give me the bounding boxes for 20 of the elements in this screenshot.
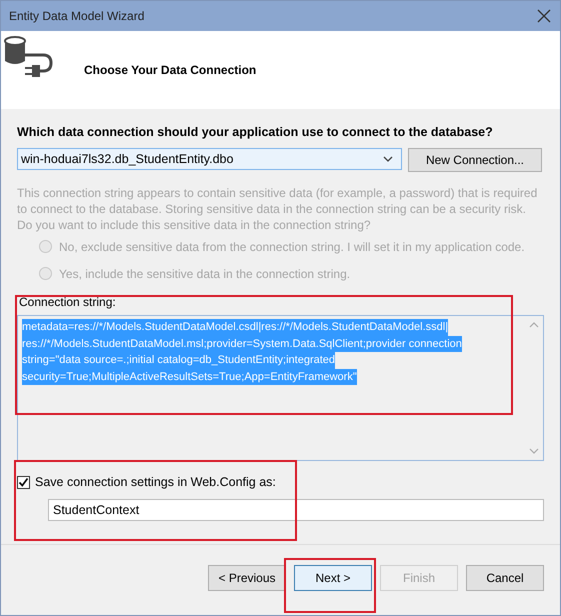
connection-dropdown[interactable]: win-hoduai7ls32.db_StudentEntity.dbo: [17, 148, 402, 170]
scroll-down-icon[interactable]: [529, 448, 539, 454]
context-name-field[interactable]: StudentContext: [48, 499, 544, 521]
chevron-down-icon: [383, 156, 393, 162]
question-label: Which data connection should your application use to connect to the database?: [17, 125, 494, 139]
window-title: Entity Data Model Wizard: [9, 9, 144, 23]
checkbox-label: Save connection settings in Web.Config as:: [35, 475, 276, 489]
checkbox[interactable]: [17, 476, 30, 488]
radio-label: Yes, include the sensitive data in the connection string.: [59, 266, 350, 280]
new-connection-button[interactable]: New Connection...: [408, 148, 542, 172]
connection-string-label: Connection string:: [19, 295, 117, 309]
wizard-button[interactable]: < Previous: [208, 565, 286, 591]
connection-string-box[interactable]: [17, 315, 544, 461]
radio-label: No, exclude sensitive data from the connection string. I will set it in my application code.: [59, 240, 525, 254]
close-icon[interactable]: [536, 8, 552, 24]
page-title: Choose Your Data Connection: [84, 63, 256, 77]
sensitive-data-notice: This connection string appears to contain sensitive data (for example, a password) that is required to connect to the database. Storing sensitive data in the connection string can be a security risk. Do you want to include this sensitive data in the connection string?: [17, 185, 538, 233]
wizard-button[interactable]: Next >: [294, 565, 372, 591]
wizard-button[interactable]: Cancel: [466, 565, 544, 591]
scroll-up-icon[interactable]: [529, 322, 539, 328]
